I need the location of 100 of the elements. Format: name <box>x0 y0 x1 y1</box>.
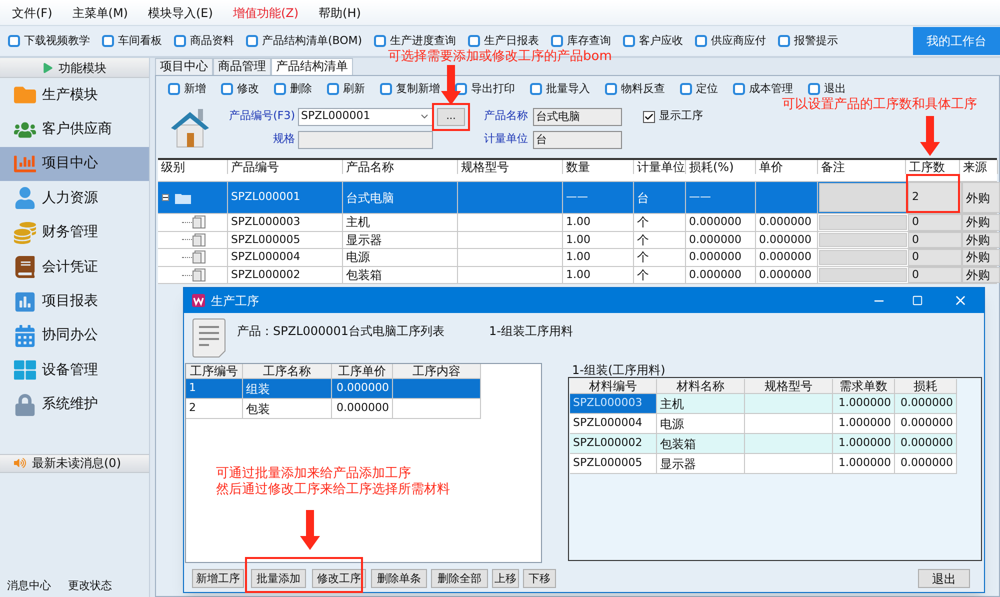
dialog-button[interactable]: 新增工序 <box>192 569 244 588</box>
browse-button[interactable]: ... <box>437 108 465 126</box>
menu-item[interactable]: 增值功能(Z) <box>232 4 299 22</box>
table-row[interactable]: SPZL000004 电源 1.00 个 0.000000 0.000000 0 外购 <box>158 249 997 267</box>
table-row[interactable]: SPZL000004 电源 1.000000 0.000000 <box>570 414 957 434</box>
table-cell: SPZL000001 <box>228 182 343 213</box>
close-icon[interactable] <box>953 293 968 308</box>
dialog-button[interactable]: 批量添加 <box>251 569 306 588</box>
toolbar-button[interactable]: 修改 <box>237 80 259 98</box>
table-cell: SPZL000003 <box>228 214 343 231</box>
toolbar-button[interactable]: 批量导入 <box>546 80 590 98</box>
column-header: 计量单位 <box>634 160 686 174</box>
spec-field[interactable] <box>298 130 433 148</box>
house-icon <box>170 107 210 149</box>
table-cell: SPZL000002 <box>570 434 657 453</box>
menu-item[interactable]: 模块导入(E) <box>148 4 213 22</box>
menu-item[interactable]: 文件(F) <box>12 4 52 22</box>
toolbar-link[interactable]: 供应商应付 <box>711 32 766 50</box>
toolbar-button[interactable]: 定位 <box>696 80 718 98</box>
panel-title: 功能模块 <box>58 60 106 76</box>
sidebar-item[interactable]: 生产模块 <box>0 78 149 112</box>
annotation-text: 可选择需要添加或修改工序的产品bom <box>388 49 612 65</box>
table-row[interactable]: SPZL000002 包装箱 1.00 个 0.000000 0.000000 0 外购 <box>158 266 997 284</box>
column-header: 需求单数 <box>833 379 895 393</box>
collapse-icon[interactable] <box>162 194 169 201</box>
sidebar-item[interactable]: 财务管理 <box>0 216 149 250</box>
checkbox[interactable] <box>643 110 655 122</box>
menu-item[interactable]: 主菜单(M) <box>72 4 128 22</box>
table-cell: SPZL000004 <box>228 249 343 266</box>
table-cell: 0.000000 <box>895 394 957 413</box>
dialog-button[interactable]: 删除单条 <box>371 569 427 588</box>
table-row[interactable]: SPZL000005 显示器 1.000000 0.000000 <box>570 454 957 474</box>
table-cell: 0.000000 <box>756 266 818 284</box>
square-icon <box>380 83 392 95</box>
tab[interactable]: 商品管理 <box>213 58 271 75</box>
table-cell: 0.000000 <box>332 379 393 398</box>
toolbar-button[interactable]: 刷新 <box>343 80 365 98</box>
product-code-dropdown[interactable]: SPZL000001 <box>298 108 433 126</box>
toolbar-link[interactable]: 车间看板 <box>118 32 162 50</box>
toolbar-button[interactable]: 删除 <box>290 80 312 98</box>
table-cell: 2 <box>908 182 962 213</box>
sidebar-item[interactable]: 项目报表 <box>0 284 149 319</box>
dialog-button[interactable]: 上移 <box>492 569 519 588</box>
table-cell: 电源 <box>657 414 745 433</box>
dialog-button[interactable]: 修改工序 <box>312 569 366 588</box>
toolbar-link[interactable]: 商品资料 <box>190 32 234 50</box>
product-name-field[interactable]: 台式电脑 <box>533 108 622 126</box>
toolbar-link[interactable]: 客户应收 <box>639 32 684 50</box>
sidebar-item[interactable]: 客户供应商 <box>0 112 149 147</box>
square-icon <box>327 83 339 95</box>
tab[interactable]: 产品结构清单 <box>271 58 353 75</box>
table-row[interactable]: 1 组装 0.000000 <box>186 379 481 399</box>
toolbar-link[interactable]: 下载视频教学 <box>24 32 90 50</box>
footer-link[interactable]: 消息中心 <box>7 578 51 594</box>
table-cell: 个 <box>634 214 686 231</box>
sidebar-item[interactable]: 设备管理 <box>0 353 149 388</box>
dialog-button[interactable]: 删除全部 <box>431 569 488 588</box>
column-header: 工序编号 <box>186 364 243 378</box>
toolbar-link[interactable]: 生产进度查询 <box>390 32 456 50</box>
toolbar-button[interactable]: 物料反查 <box>621 80 665 98</box>
toolbar-button[interactable]: 成本管理 <box>749 80 793 98</box>
toolbar-button[interactable]: 新增 <box>184 80 206 98</box>
toolbar-link[interactable]: 产品结构清单(BOM) <box>262 32 362 50</box>
highlight-frame <box>432 103 470 131</box>
square-icon <box>246 35 258 47</box>
person-icon <box>14 187 36 210</box>
app-icon <box>192 294 205 307</box>
toolbar-link[interactable]: 报警提示 <box>794 32 838 50</box>
tab[interactable]: 项目中心 <box>155 58 213 75</box>
workbench-button[interactable]: 我的工作台 <box>913 27 1000 55</box>
maximize-icon[interactable] <box>912 295 923 306</box>
document-icon <box>192 232 206 247</box>
exit-button[interactable]: 退出 <box>918 569 970 588</box>
sidebar-item[interactable]: 系统维护 <box>0 388 149 422</box>
table-cell: 1.00 <box>563 249 634 266</box>
table-cell: —— <box>686 182 756 213</box>
table-cell: SPZL000005 <box>228 232 343 248</box>
annotation-text: 可以设置产品的工序数和具体工序 <box>782 97 977 113</box>
sidebar-item[interactable]: 会计凭证 <box>0 250 149 284</box>
toolbar-button[interactable]: 退出 <box>824 80 846 98</box>
sidebar-item[interactable]: 协同办公 <box>0 318 149 354</box>
unit-field[interactable]: 台 <box>533 130 622 148</box>
menu-item[interactable]: 帮助(H) <box>318 4 361 22</box>
table-row[interactable]: SPZL000003 主机 1.000000 0.000000 <box>570 394 957 414</box>
table-row[interactable]: SPZL000005 显示器 1.00 个 0.000000 0.000000 0 外购 <box>158 232 997 250</box>
toolbar-button[interactable]: 复制新增 <box>396 80 440 98</box>
table-row[interactable]: SPZL000002 包装箱 1.000000 0.000000 <box>570 434 957 454</box>
footer-link[interactable]: 更改状态 <box>68 578 112 594</box>
dialog-button[interactable]: 下移 <box>523 569 556 588</box>
table-row[interactable]: SPZL000001 台式电脑 —— 台 —— 2 外购 <box>158 182 997 214</box>
toolbar-link[interactable]: 生产日报表 <box>484 32 540 50</box>
table-cell: 个 <box>634 249 686 266</box>
sidebar-item[interactable]: 项目中心 <box>0 146 149 182</box>
table-row[interactable]: 2 包装 0.000000 <box>186 399 481 419</box>
toolbar-button[interactable]: 导出打印 <box>471 80 515 98</box>
checkbox-label: 显示工序 <box>659 108 703 124</box>
highlight-frame <box>906 174 960 213</box>
sidebar-item[interactable]: 人力资源 <box>0 181 149 216</box>
toolbar-link[interactable]: 库存查询 <box>567 32 612 50</box>
table-row[interactable]: SPZL000003 主机 1.00 个 0.000000 0.000000 0 外购 <box>158 214 997 232</box>
